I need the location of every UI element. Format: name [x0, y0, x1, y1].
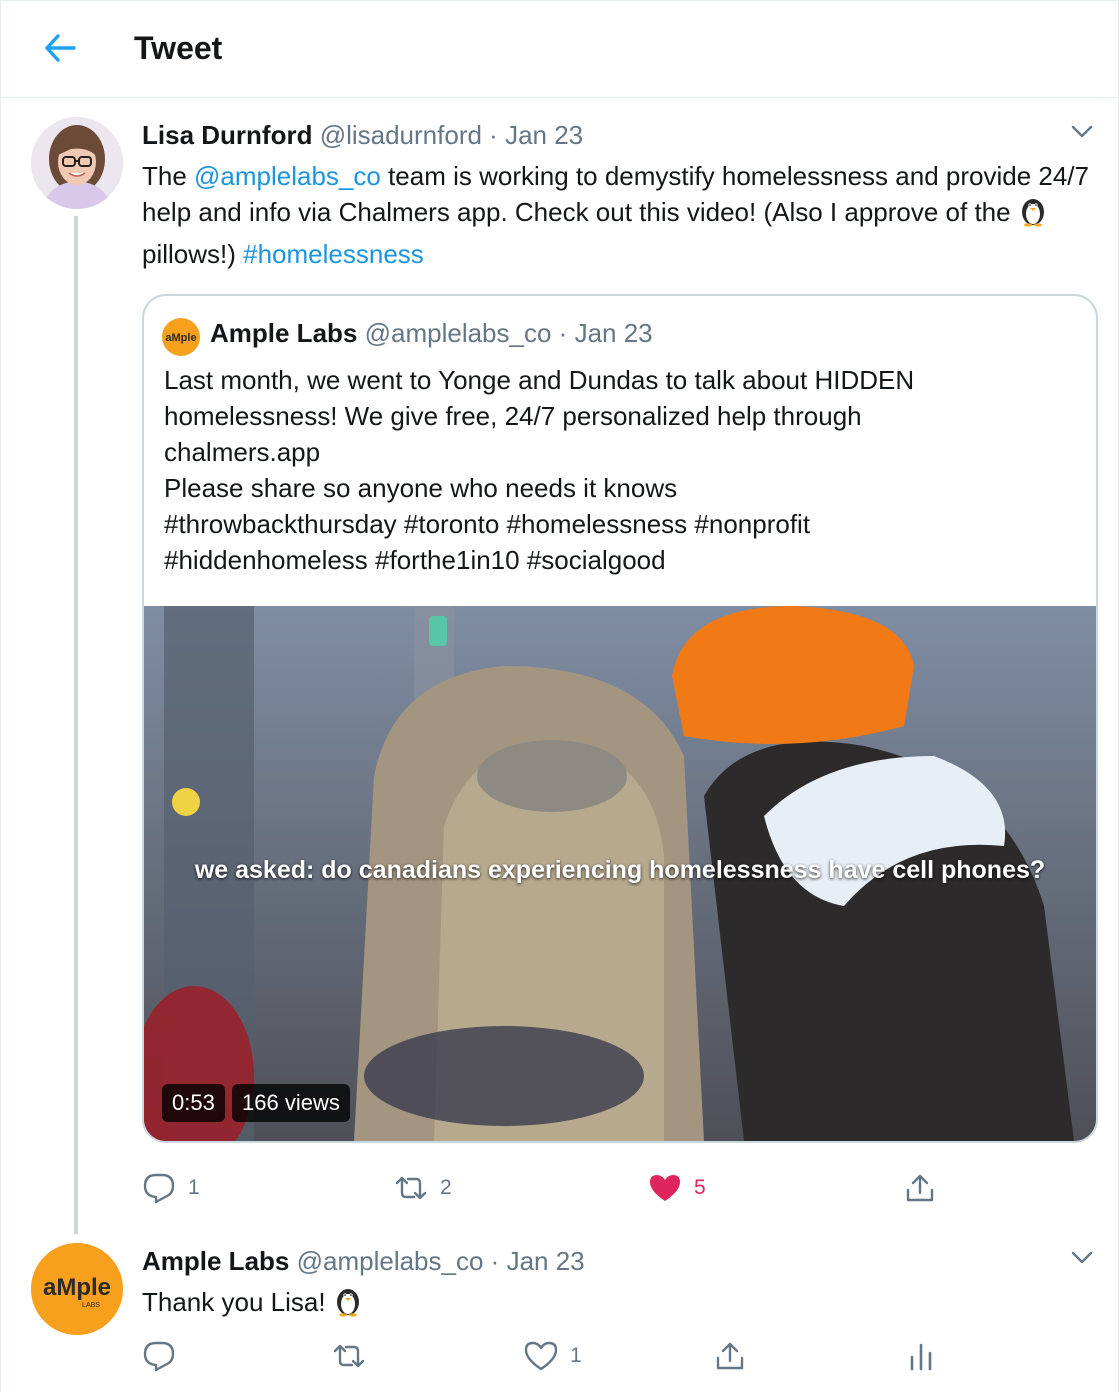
retweet-icon [333, 1344, 365, 1368]
reply-icon [143, 1173, 175, 1204]
heart-icon [524, 1341, 558, 1371]
avatar[interactable] [31, 117, 123, 209]
quoted-tweet-card[interactable]: aMple Ample Labs @amplelabs_co · Jan 23 … [142, 294, 1098, 1143]
tweet-actions: 1 2 5 [142, 1168, 1102, 1208]
chevron-down-icon [1071, 1251, 1093, 1264]
retweet-button[interactable] [332, 1336, 366, 1376]
share-button[interactable] [904, 1168, 936, 1208]
retweet-button[interactable]: 2 [394, 1168, 452, 1208]
quoted-text-line: Last month, we went to Yonge and Dundas … [164, 365, 915, 395]
svg-text:aMple: aMple [165, 332, 196, 344]
penguin-emoji-icon [333, 1285, 363, 1326]
quoted-tweet-text: Last month, we went to Yonge and Dundas … [164, 362, 1064, 578]
svg-text:LABS: LABS [82, 1302, 100, 1309]
reply-tweet-header: Ample Labs @amplelabs_co · Jan 23 [142, 1246, 585, 1277]
video-caption: we asked: do canadians experiencing home… [194, 856, 1046, 884]
video-duration: 0:53 [162, 1084, 225, 1122]
analytics-icon [910, 1343, 932, 1371]
video-player[interactable]: we asked: do canadians experiencing home… [144, 606, 1096, 1141]
retweet-count: 2 [440, 1176, 452, 1199]
share-icon [716, 1342, 744, 1370]
quoted-tweet-header: Ample Labs @amplelabs_co · Jan 23 [210, 318, 653, 349]
quoted-tweet-date[interactable]: Jan 23 [575, 318, 653, 348]
reply-menu-button[interactable] [1069, 1245, 1095, 1271]
chevron-down-icon [1071, 125, 1093, 138]
reply-author-name[interactable]: Ample Labs [142, 1246, 289, 1276]
author-handle[interactable]: @lisadurnford [320, 120, 482, 150]
tweet-text: The @amplelabs_co team is working to dem… [142, 158, 1102, 272]
hashtag-link[interactable]: #homelessness [243, 239, 424, 269]
tweet-date[interactable]: Jan 23 [505, 120, 583, 150]
quoted-author-handle[interactable]: @amplelabs_co [365, 318, 552, 348]
quoted-hashtags-line: #throwbackthursday #toronto #homelessnes… [164, 509, 811, 539]
author-name[interactable]: Lisa Durnford [142, 120, 312, 150]
reply-tweet-actions: 1 [142, 1336, 1102, 1376]
ample-labs-logo: aMple [165, 332, 196, 344]
heart-filled-icon [650, 1175, 680, 1201]
retweet-icon [395, 1176, 427, 1200]
reply-text: Thank you Lisa! [142, 1287, 333, 1317]
profile-photo [31, 117, 123, 209]
page-header: Tweet [0, 0, 1119, 98]
quoted-author-avatar[interactable]: aMple [162, 318, 200, 356]
reply-tweet-date[interactable]: Jan 23 [507, 1246, 585, 1276]
tweet-text-segment: The [142, 161, 195, 191]
tweet-header: Lisa Durnford @lisadurnford · Jan 23 [142, 120, 583, 151]
like-button[interactable]: 1 [524, 1336, 582, 1376]
reply-button[interactable]: 1 [142, 1168, 200, 1208]
reply-button[interactable] [142, 1336, 176, 1376]
like-count: 1 [570, 1344, 582, 1367]
analytics-button[interactable] [906, 1336, 936, 1376]
video-views: 166 views [232, 1084, 350, 1122]
like-button[interactable]: 5 [648, 1168, 706, 1208]
quoted-hashtags-line: #hiddenhomeless #forthe1in10 #socialgood [164, 545, 666, 575]
separator-dot: · [489, 120, 498, 150]
quoted-text-line: Please share so anyone who needs it know… [164, 473, 678, 503]
quoted-author-name[interactable]: Ample Labs [210, 318, 357, 348]
share-button[interactable] [714, 1336, 746, 1376]
penguin-emoji-icon [1018, 195, 1048, 236]
like-count: 5 [694, 1176, 706, 1199]
reply-icon [143, 1341, 175, 1372]
ample-labs-logo: aMple LABS [31, 1243, 123, 1335]
page-title: Tweet [134, 30, 223, 66]
reply-tweet-text: Thank you Lisa! [142, 1284, 1102, 1326]
separator-dot: · [490, 1246, 500, 1276]
thread-connector-line [74, 216, 78, 1234]
reply-author-handle[interactable]: @amplelabs_co [297, 1246, 484, 1276]
mention-link[interactable]: @amplelabs_co [194, 161, 381, 191]
back-button[interactable] [40, 28, 80, 68]
svg-text:aMple: aMple [43, 1274, 111, 1301]
tweet-text-segment: pillows!) [142, 239, 244, 269]
quoted-text-line: homelessness! We give free, 24/7 persona… [164, 401, 862, 431]
separator-dot: · [558, 318, 568, 348]
share-icon [906, 1174, 934, 1202]
reply-author-avatar[interactable]: aMple LABS [31, 1243, 123, 1335]
back-arrow-icon [45, 34, 76, 62]
quoted-text-line: chalmers.app [164, 437, 321, 467]
reply-count: 1 [188, 1176, 200, 1199]
tweet-menu-button[interactable] [1069, 119, 1095, 145]
